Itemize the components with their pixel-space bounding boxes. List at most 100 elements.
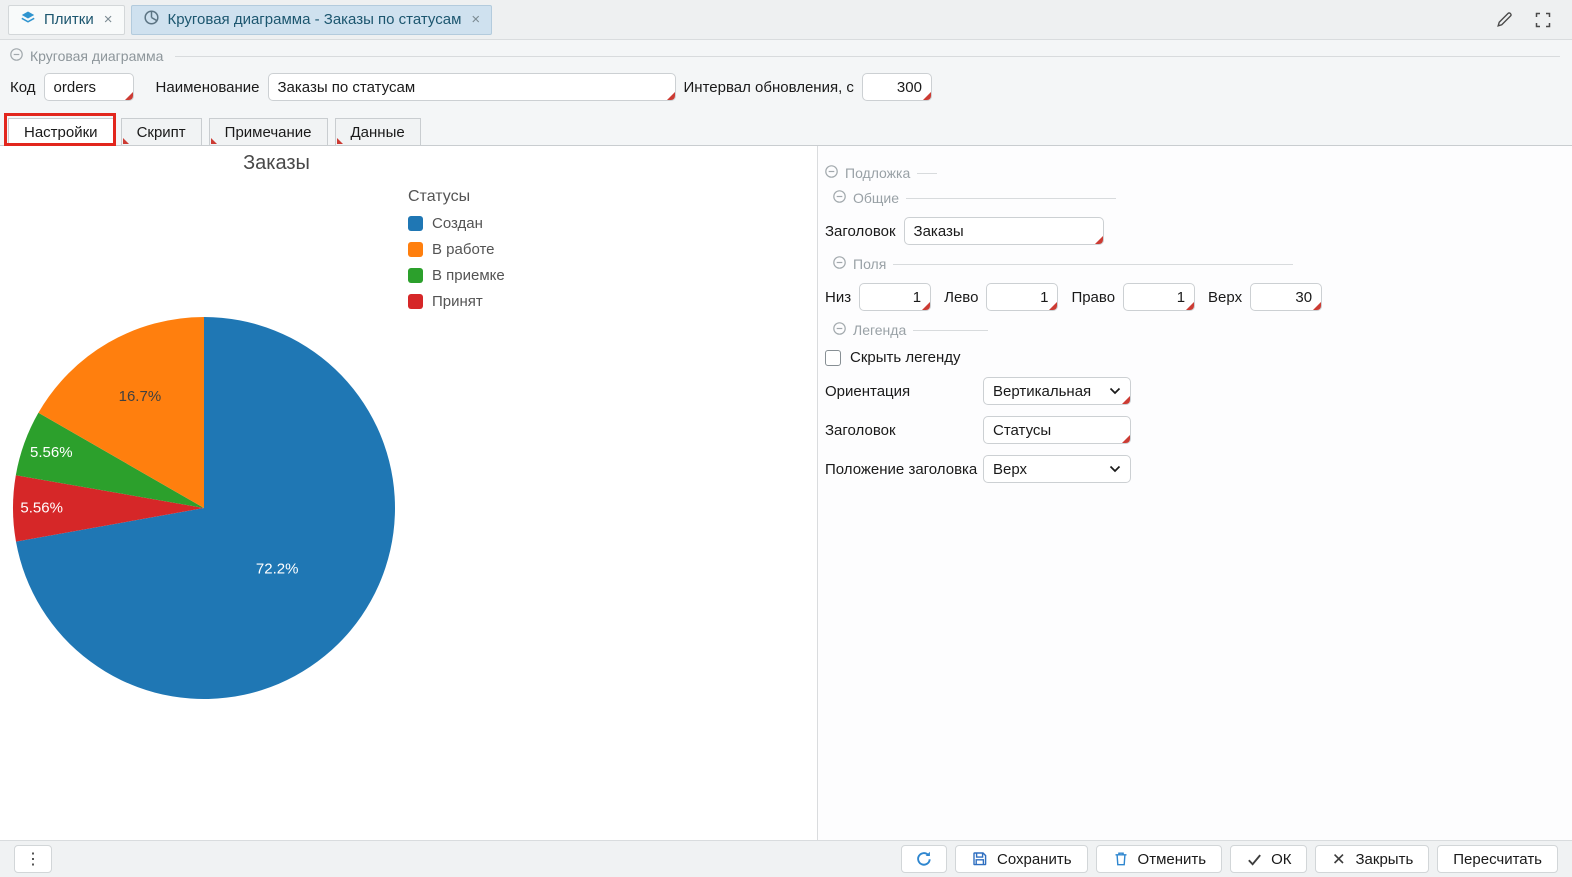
pencil-icon[interactable] <box>1495 10 1514 29</box>
window-tab-tiles[interactable]: Плитки × <box>8 5 125 35</box>
group-divider <box>906 198 1116 199</box>
tab-label: Скрипт <box>137 124 186 141</box>
margin-bottom-input[interactable] <box>859 283 931 311</box>
legend-swatch <box>408 242 423 257</box>
collapse-icon[interactable] <box>833 256 846 272</box>
more-menu-button[interactable]: ⋮ <box>14 845 52 873</box>
tab-close-icon[interactable]: × <box>104 11 113 28</box>
margin-right-input[interactable] <box>1123 283 1195 311</box>
tab-data[interactable]: Данные <box>335 118 421 146</box>
group-title: Легенда <box>853 322 906 338</box>
margin-left-input[interactable] <box>986 283 1058 311</box>
pie-slice-label: 5.56% <box>30 444 73 461</box>
hide-legend-row: Скрыть легенду <box>825 349 1558 366</box>
tab-settings[interactable]: Настройки <box>8 118 114 146</box>
collapse-icon[interactable] <box>10 48 23 64</box>
collapse-icon[interactable] <box>825 165 838 181</box>
margin-bottom-label: Низ <box>825 289 851 306</box>
chevron-down-icon <box>1109 387 1121 395</box>
legend-item[interactable]: В работе <box>408 241 505 258</box>
legend-item[interactable]: Создан <box>408 215 505 232</box>
tab-close-icon[interactable]: × <box>471 11 480 28</box>
group-backdrop: Подложка <box>825 165 1558 181</box>
pie-slice-label: 16.7% <box>119 388 162 405</box>
margin-left-label: Лево <box>944 289 978 306</box>
title-position-select[interactable]: Верх <box>983 455 1131 483</box>
refresh-button[interactable] <box>901 845 947 873</box>
name-input[interactable] <box>268 73 676 101</box>
chart-canvas: 72.2%5.56%5.56%16.7% Заказы Статусы Созд… <box>8 150 545 840</box>
legend-label: Создан <box>432 215 483 232</box>
group-divider <box>175 56 1560 57</box>
main-form-row: Код Наименование Интервал обновления, с <box>0 64 1572 111</box>
legend-title-row: Заголовок <box>825 416 1558 444</box>
group-title: Круговая диаграмма <box>30 48 163 64</box>
title-position-row: Положение заголовка Верх <box>825 455 1558 483</box>
trash-icon <box>1112 850 1130 868</box>
group-title: Общие <box>853 190 899 206</box>
legend-title-input[interactable] <box>983 416 1131 444</box>
pie-slice-label: 72.2% <box>256 560 299 577</box>
button-label: Сохранить <box>997 851 1072 868</box>
legend-label: В работе <box>432 241 495 258</box>
group-divider <box>893 264 1293 265</box>
settings-tabstrip: Настройки Скрипт Примечание Данные <box>0 111 1572 146</box>
code-input[interactable] <box>44 73 134 101</box>
name-label: Наименование <box>156 79 260 96</box>
chart-preview-panel: 72.2%5.56%5.56%16.7% Заказы Статусы Созд… <box>0 146 817 840</box>
collapse-icon[interactable] <box>833 322 846 338</box>
legend-item[interactable]: Принят <box>408 293 505 310</box>
topbar-actions <box>1495 10 1562 29</box>
group-title: Поля <box>853 256 886 272</box>
tab-note[interactable]: Примечание <box>209 118 328 146</box>
modified-marker <box>123 138 129 144</box>
tab-label: Примечание <box>225 124 312 141</box>
orientation-select[interactable]: Вертикальная <box>983 377 1131 405</box>
button-label: ОК <box>1271 851 1291 868</box>
legend-title: Статусы <box>408 188 505 206</box>
save-icon <box>971 850 989 868</box>
window-tab-label: Круговая диаграмма - Заказы по статусам <box>168 11 462 28</box>
group-margins: Поля <box>833 256 1558 272</box>
legend-swatch <box>408 294 423 309</box>
title-position-label: Положение заголовка <box>825 461 983 478</box>
chart-title-input[interactable] <box>904 217 1104 245</box>
pie-chart-icon <box>143 9 160 30</box>
hide-legend-label: Скрыть легенду <box>850 349 961 366</box>
cancel-button[interactable]: Отменить <box>1096 845 1223 873</box>
window-tab-pie-chart[interactable]: Круговая диаграмма - Заказы по статусам … <box>131 5 493 35</box>
group-divider <box>913 330 988 331</box>
orientation-label: Ориентация <box>825 383 983 400</box>
tab-script[interactable]: Скрипт <box>121 118 202 146</box>
pie-slice-label: 5.56% <box>20 499 63 516</box>
tab-label: Настройки <box>24 124 98 141</box>
orientation-row: Ориентация Вертикальная <box>825 377 1558 405</box>
tab-label: Данные <box>351 124 405 141</box>
window-tabbar: Плитки × Круговая диаграмма - Заказы по … <box>0 0 1572 40</box>
margin-top-input[interactable] <box>1250 283 1322 311</box>
chart-title-row: Заголовок <box>825 217 1558 245</box>
settings-panel: Подложка Общие Заголовок Поля <box>818 146 1572 840</box>
interval-input[interactable] <box>862 73 932 101</box>
recalculate-button[interactable]: Пересчитать <box>1437 845 1558 873</box>
close-button[interactable]: Закрыть <box>1315 845 1429 873</box>
collapse-icon[interactable] <box>833 190 846 206</box>
check-icon <box>1246 851 1263 868</box>
button-label: Закрыть <box>1355 851 1413 868</box>
margins-row: Низ Лево Право Верх <box>825 283 1558 311</box>
select-value: Вертикальная <box>993 383 1091 400</box>
ok-button[interactable]: ОК <box>1230 845 1307 873</box>
window-tab-label: Плитки <box>44 11 94 28</box>
group-divider <box>917 173 937 174</box>
legend-item[interactable]: В приемке <box>408 267 505 284</box>
close-icon <box>1331 851 1347 867</box>
refresh-icon <box>915 850 933 868</box>
hide-legend-checkbox[interactable] <box>825 350 841 366</box>
expand-icon[interactable] <box>1534 11 1552 29</box>
chevron-down-icon <box>1109 465 1121 473</box>
select-value: Верх <box>993 461 1027 478</box>
footer-bar: ⋮ Сохранить Отменить ОК Закрыть П <box>0 840 1572 877</box>
chart-title-label: Заголовок <box>825 223 896 240</box>
modified-marker <box>211 138 217 144</box>
save-button[interactable]: Сохранить <box>955 845 1088 873</box>
